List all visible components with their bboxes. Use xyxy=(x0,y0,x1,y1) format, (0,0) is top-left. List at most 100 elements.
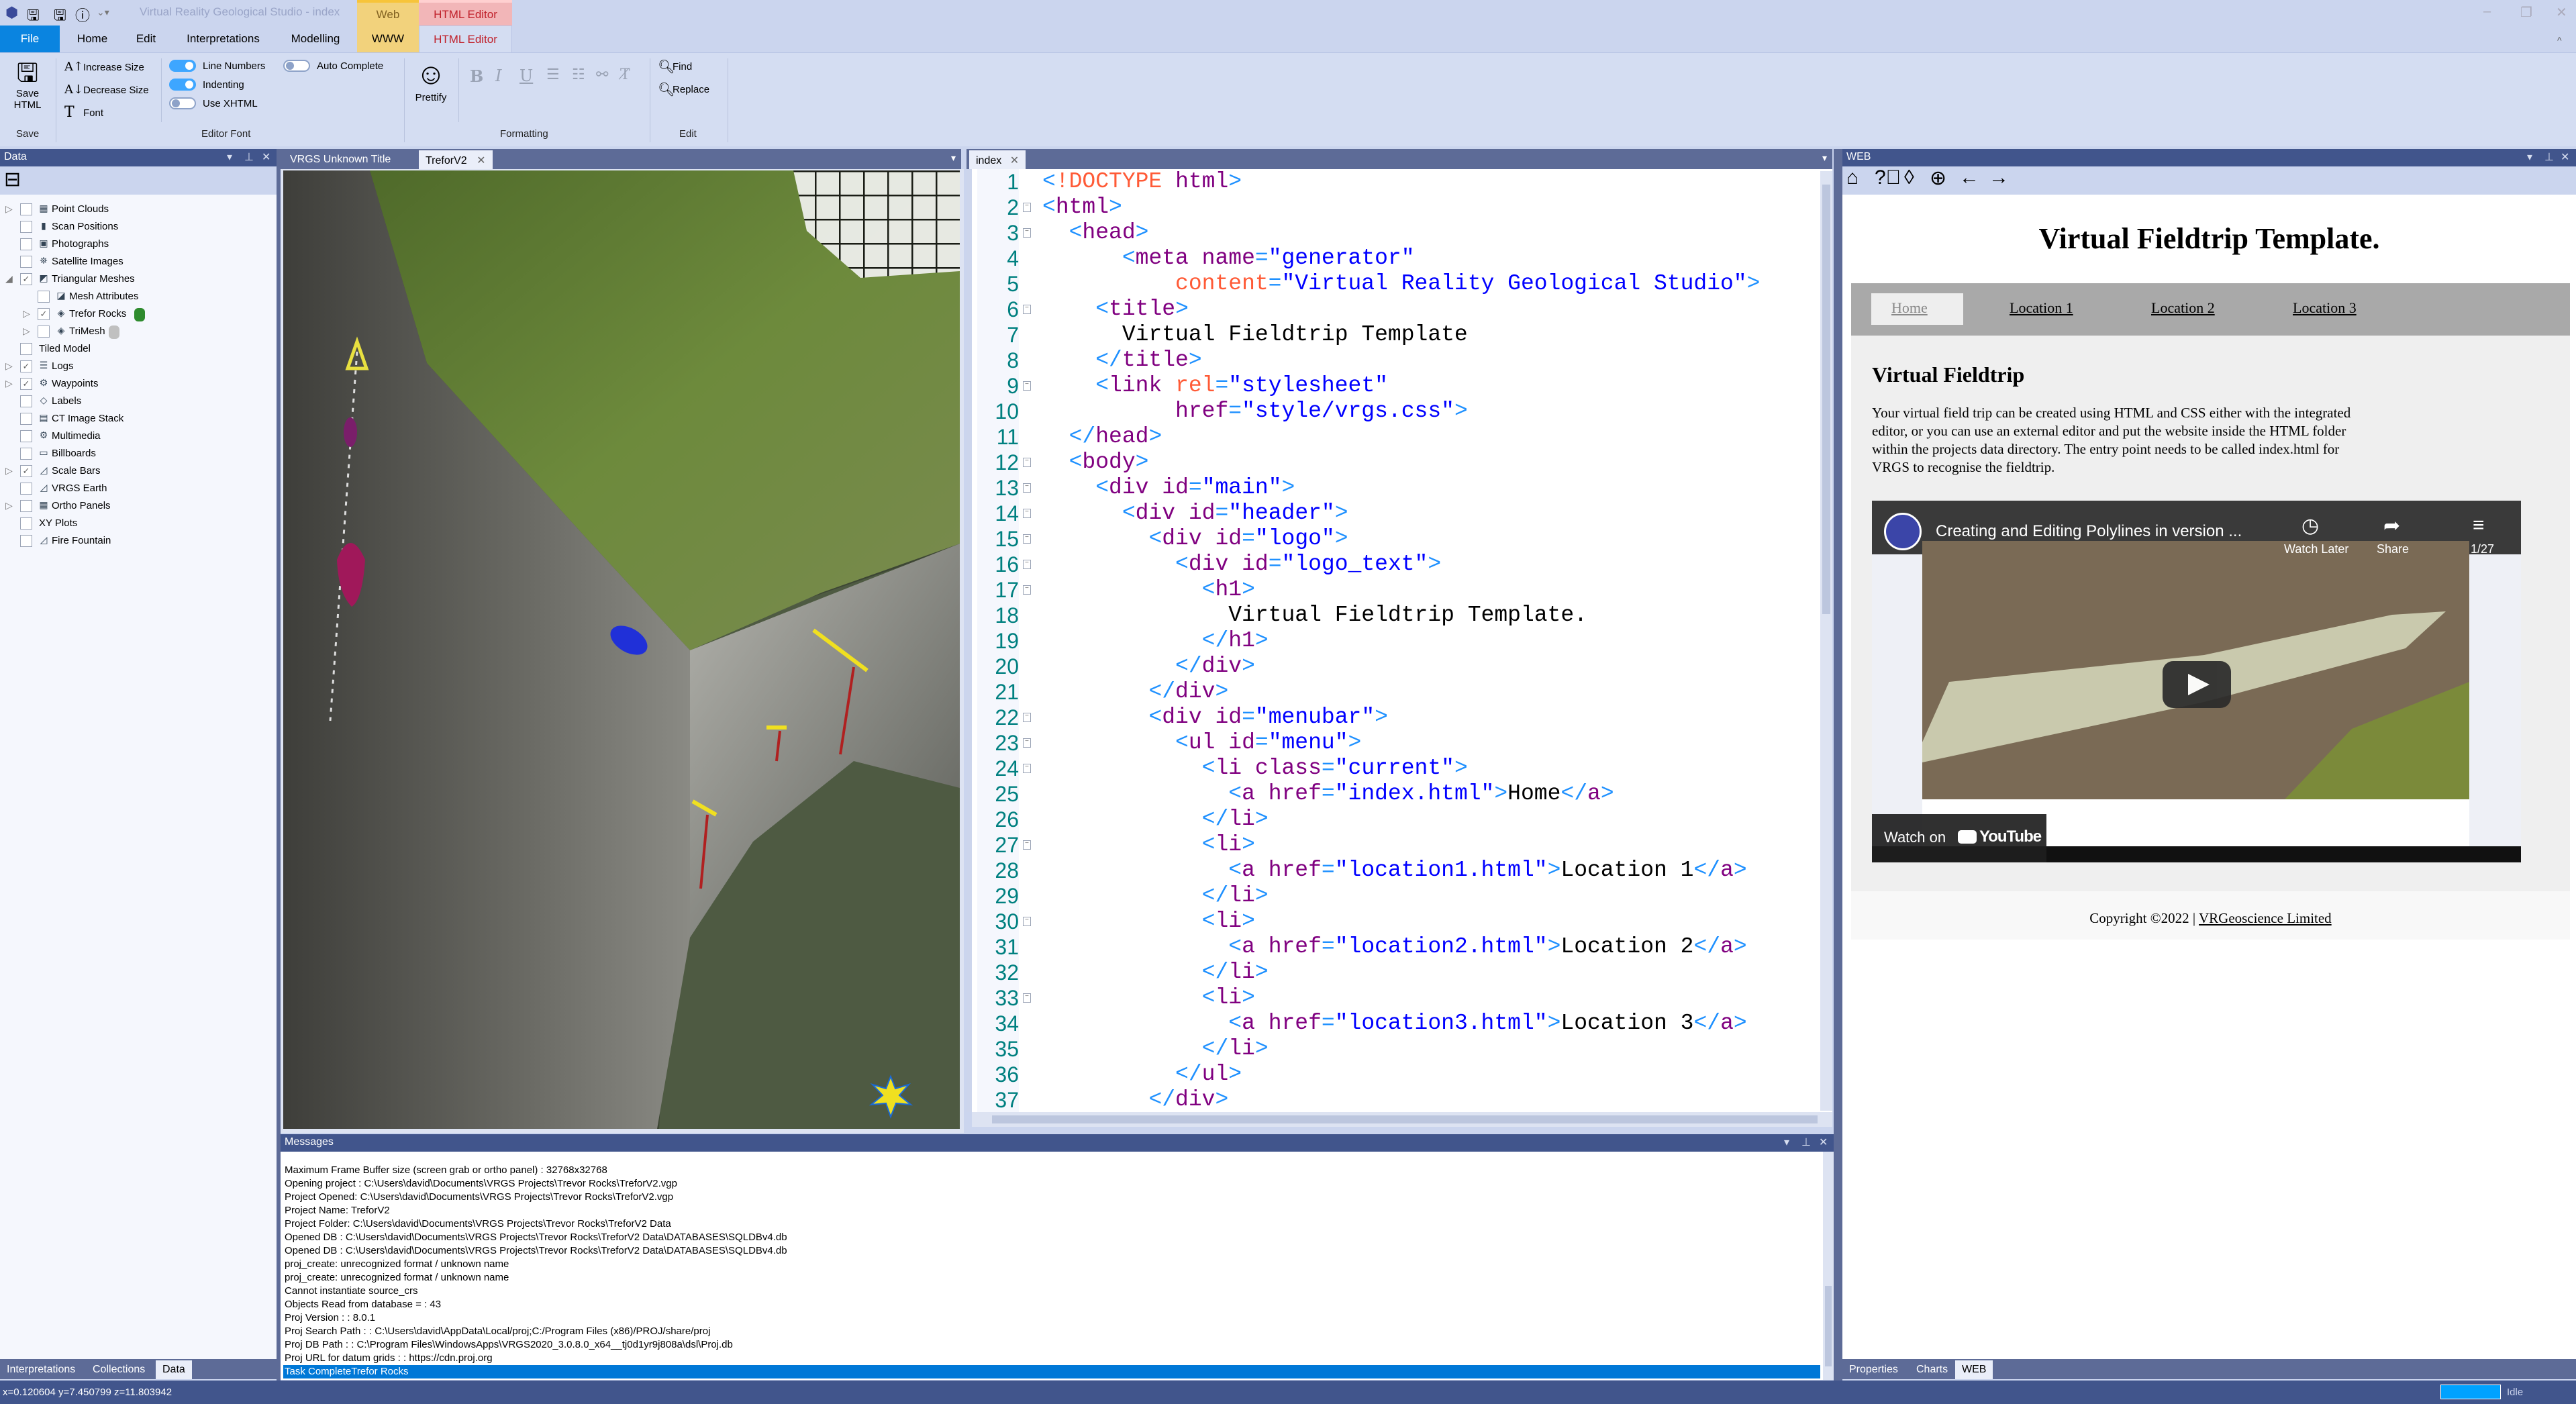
code-line[interactable]: 24− <li class="current"> xyxy=(972,756,1831,781)
menu-link-location-2[interactable]: Location 2 xyxy=(2151,299,2215,317)
visibility-checkbox[interactable] xyxy=(20,500,32,512)
visibility-checkbox[interactable] xyxy=(20,221,32,233)
code-line[interactable]: 1 <!DOCTYPE html> xyxy=(972,169,1831,195)
code-line[interactable]: 18 Virtual Fieldtrip Template. xyxy=(972,603,1831,628)
visibility-checkbox[interactable]: ✓ xyxy=(20,360,32,372)
message-line[interactable]: Opening project : C:\Users\david\Documen… xyxy=(283,1177,1820,1191)
code-line[interactable]: 20 </div> xyxy=(972,654,1831,679)
visibility-checkbox[interactable] xyxy=(20,483,32,495)
code-line[interactable]: 3− <head> xyxy=(972,220,1831,246)
message-line[interactable]: proj_create: unrecognized format / unkno… xyxy=(283,1271,1820,1285)
prettify-button[interactable]: ☺ Prettify xyxy=(411,57,451,103)
italic-button[interactable]: I xyxy=(495,66,501,85)
code-line[interactable]: 25 <a href="index.html">Home</a> xyxy=(972,781,1831,807)
tree-item-point-clouds[interactable]: ▷ ▦ Point Clouds xyxy=(0,201,277,219)
clock-icon[interactable]: ◷ xyxy=(2301,514,2319,538)
tree-item-mesh-attributes[interactable]: ◪ Mesh Attributes xyxy=(0,289,277,306)
visibility-checkbox[interactable] xyxy=(20,535,32,547)
scrollbar-thumb[interactable] xyxy=(1825,1286,1832,1366)
fold-toggle-icon[interactable]: − xyxy=(1023,305,1031,314)
visibility-checkbox[interactable]: ✓ xyxy=(20,378,32,390)
close-tab-icon[interactable]: ✕ xyxy=(1010,155,1019,166)
tab-www[interactable]: WWW xyxy=(357,26,419,52)
tree-item-vrgs-earth[interactable]: ◿ VRGS Earth xyxy=(0,481,277,498)
color-swatch[interactable] xyxy=(134,308,146,321)
code-line[interactable]: 15− <div id="logo"> xyxy=(972,526,1831,552)
message-line[interactable]: Opened DB : C:\Users\david\Documents\VRG… xyxy=(283,1244,1820,1258)
color-swatch[interactable] xyxy=(109,325,120,339)
fold-toggle-icon[interactable]: − xyxy=(1023,917,1031,926)
fold-toggle-icon[interactable]: − xyxy=(1023,203,1031,212)
code-line[interactable]: 27− <li> xyxy=(972,832,1831,858)
channel-avatar[interactable] xyxy=(1884,513,1922,550)
code-line[interactable]: 30− <li> xyxy=(972,909,1831,934)
minimize-icon[interactable]: – xyxy=(2483,4,2491,19)
visibility-checkbox[interactable] xyxy=(20,448,32,460)
tree-item-waypoints[interactable]: ▷ ✓ ⚙ Waypoints xyxy=(0,376,277,393)
fold-toggle-icon[interactable]: − xyxy=(1023,840,1031,850)
visibility-checkbox[interactable] xyxy=(20,395,32,407)
tree-item-trimesh[interactable]: ▷ ◈ TriMesh xyxy=(0,323,277,341)
save-html-button[interactable]: 🖫 Save HTML xyxy=(7,58,48,119)
code-line[interactable]: 19 </h1> xyxy=(972,628,1831,654)
close-panel-icon[interactable]: ✕ xyxy=(1819,1136,1828,1149)
youtube-embed[interactable]: Creating and Editing Polylines in versio… xyxy=(1872,501,2521,862)
menu-link-location-1[interactable]: Location 1 xyxy=(2010,299,2073,317)
fold-toggle-icon[interactable]: − xyxy=(1023,458,1031,467)
expand-arrow-icon[interactable]: ▷ xyxy=(5,203,13,215)
message-line[interactable]: Objects Read from database = : 43 xyxy=(283,1298,1820,1311)
code-line[interactable]: 29 </li> xyxy=(972,883,1831,909)
message-line[interactable]: Proj DB Path : : C:\Program Files\Window… xyxy=(283,1338,1820,1352)
expand-arrow-icon[interactable]: ▷ xyxy=(5,378,13,389)
tab-data[interactable]: Data xyxy=(156,1360,192,1379)
back-arrow-icon[interactable]: ← xyxy=(1959,166,1979,189)
messages-scrollbar[interactable] xyxy=(1823,1152,1834,1380)
code-line[interactable]: 11 </head> xyxy=(972,424,1831,450)
tree-item-labels[interactable]: ◇ Labels xyxy=(0,393,277,411)
globe-icon[interactable]: ⊕ xyxy=(1930,166,1946,190)
tab-modelling[interactable]: Modelling xyxy=(282,26,349,52)
tab-collections[interactable]: Collections xyxy=(86,1360,152,1379)
expand-arrow-icon[interactable]: ▷ xyxy=(5,500,13,511)
code-line[interactable]: 34 <a href="location3.html">Location 3</… xyxy=(972,1011,1831,1036)
visibility-checkbox[interactable] xyxy=(20,238,32,250)
visibility-checkbox[interactable] xyxy=(20,343,32,355)
message-line[interactable]: Proj Version : : 8.0.1 xyxy=(283,1311,1820,1325)
message-line[interactable]: Opened DB : C:\Users\david\Documents\VRG… xyxy=(283,1231,1820,1244)
tree-item-multimedia[interactable]: ⚙ Multimedia xyxy=(0,428,277,446)
scrollbar-thumb[interactable] xyxy=(1822,185,1830,614)
code-line[interactable]: 37 </div> xyxy=(972,1087,1831,1112)
visibility-checkbox[interactable]: ✓ xyxy=(20,465,32,477)
message-line[interactable]: Project Folder: C:\Users\david\Documents… xyxy=(283,1217,1820,1231)
fold-toggle-icon[interactable]: − xyxy=(1023,713,1031,722)
tab-dropdown-icon[interactable]: ▾ xyxy=(1822,152,1827,164)
tab-file[interactable]: File xyxy=(0,26,60,52)
code-line[interactable]: 5 content="Virtual Reality Geological St… xyxy=(972,271,1831,297)
code-line[interactable]: 35 </li> xyxy=(972,1036,1831,1062)
fold-toggle-icon[interactable]: − xyxy=(1023,534,1031,544)
visibility-checkbox[interactable] xyxy=(38,325,50,338)
tab-properties[interactable]: Properties xyxy=(1842,1360,1905,1379)
fold-toggle-icon[interactable]: − xyxy=(1023,993,1031,1003)
visibility-checkbox[interactable]: ✓ xyxy=(20,273,32,285)
video-title[interactable]: Creating and Editing Polylines in versio… xyxy=(1936,522,2242,541)
fold-toggle-icon[interactable]: − xyxy=(1023,764,1031,773)
close-icon[interactable]: ✕ xyxy=(2556,4,2567,21)
tree-item-ortho-panels[interactable]: ▷ ▦ Ortho Panels xyxy=(0,498,277,515)
tab-home[interactable]: Home xyxy=(67,26,117,52)
fold-toggle-icon[interactable]: − xyxy=(1023,738,1031,748)
tree-item-billboards[interactable]: ▭ Billboards xyxy=(0,446,277,463)
tab-web[interactable]: WEB xyxy=(1955,1360,1993,1379)
menu-link-home[interactable]: Home xyxy=(1891,299,1928,317)
close-tab-icon[interactable]: ✕ xyxy=(477,155,485,166)
code-editor[interactable]: 1 <!DOCTYPE html> 2− <html> 3− <head> 4 <meta… xyxy=(967,169,1832,1112)
code-line[interactable]: 14− <div id="header"> xyxy=(972,501,1831,526)
panel-menu-icon[interactable]: ▾ xyxy=(1784,1136,1789,1149)
use-xhtml-toggle[interactable] xyxy=(169,97,196,109)
pin-icon[interactable]: ⊥ xyxy=(2544,150,2554,164)
menu-link-location-3[interactable]: Location 3 xyxy=(2293,299,2357,317)
help-icon[interactable]: ?⃝ xyxy=(1875,166,1901,189)
watch-later-button[interactable]: Watch Later xyxy=(2284,542,2348,556)
message-line[interactable]: Proj Search Path : : C:\Users\david\AppD… xyxy=(283,1325,1820,1338)
share-icon[interactable]: ➦ xyxy=(2383,514,2400,538)
